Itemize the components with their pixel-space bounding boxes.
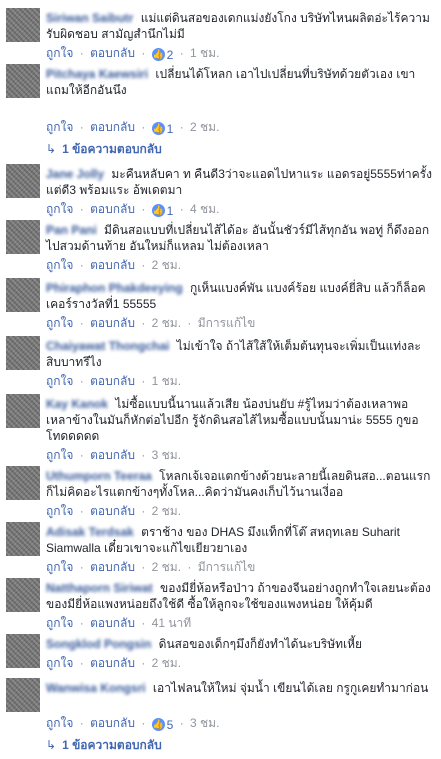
reply-link[interactable]: ตอบกลับ	[90, 374, 135, 388]
commenter-name[interactable]: Songklod Pongsin	[46, 637, 151, 651]
comment: Kay Kanok ไม่ซื้อแบบนี้นานแล้วเสีย น้องบ…	[0, 392, 441, 462]
commenter-name[interactable]: Pitchaya Kaewsiri	[46, 67, 148, 81]
timestamp[interactable]: 3 ชม.	[152, 448, 181, 462]
timestamp[interactable]: 2 ชม.	[152, 656, 181, 670]
timestamp[interactable]: 1 ชม.	[190, 46, 219, 60]
avatar[interactable]	[6, 678, 40, 712]
reply-link[interactable]: ตอบกลับ	[90, 202, 135, 216]
timestamp[interactable]: 41 นาที	[152, 616, 192, 630]
commenter-name[interactable]: Phiraphon Phakdeeying	[46, 281, 183, 295]
commenter-name[interactable]: Natthaporn Siriwat	[46, 581, 153, 595]
avatar[interactable]	[6, 522, 40, 556]
reaction-count[interactable]: 👍 2	[151, 48, 173, 62]
timestamp[interactable]: 2 ชม.	[152, 258, 181, 272]
timestamp[interactable]: 2 ชม.	[190, 120, 219, 134]
commenter-name[interactable]: Jane Jolly	[46, 167, 104, 181]
like-link[interactable]: ถูกใจ	[46, 716, 73, 730]
avatar[interactable]	[6, 466, 40, 500]
avatar[interactable]	[6, 64, 40, 98]
reply-link[interactable]: ตอบกลับ	[90, 616, 135, 630]
reply-link[interactable]: ตอบกลับ	[90, 448, 135, 462]
reply-link[interactable]: ตอบกลับ	[90, 716, 135, 730]
like-link[interactable]: ถูกใจ	[46, 120, 73, 134]
like-icon: 👍	[151, 718, 165, 731]
like-link[interactable]: ถูกใจ	[46, 46, 73, 60]
reply-link[interactable]: ตอบกลับ	[90, 46, 135, 60]
like-link[interactable]: ถูกใจ	[46, 202, 73, 216]
reply-link[interactable]: ตอบกลับ	[90, 316, 135, 330]
reaction-count[interactable]: 👍 5	[151, 718, 173, 732]
timestamp[interactable]: 3 ชม.	[190, 716, 219, 730]
avatar[interactable]	[6, 336, 40, 370]
timestamp[interactable]: 1 ชม.	[152, 374, 181, 388]
comment-text: ดินสอของเด็กๆมึงก็ยังทำได้นะบริษัทเหี้ย	[158, 637, 363, 651]
avatar[interactable]	[6, 220, 40, 254]
reaction-count[interactable]: 👍 1	[151, 122, 173, 136]
comment: Natthaporn Siriwat ของมียี่ห้อหรือป่าว ถ…	[0, 576, 441, 630]
reaction-count[interactable]: 👍 1	[151, 204, 173, 218]
comment: Pitchaya Kaewsiri เปลี่ยนได้โหลก เอาไปเป…	[0, 62, 441, 160]
comment-text: เอาไฟลนให้ใหม่ จุ่มน้ำ เขียนได้เลย กรูกู…	[152, 681, 429, 695]
avatar[interactable]	[6, 634, 40, 668]
avatar[interactable]	[6, 394, 40, 428]
like-link[interactable]: ถูกใจ	[46, 616, 73, 630]
like-link[interactable]: ถูกใจ	[46, 656, 73, 670]
reply-link[interactable]: ตอบกลับ	[90, 120, 135, 134]
avatar[interactable]	[6, 8, 40, 42]
like-link[interactable]: ถูกใจ	[46, 560, 73, 574]
comment: Chaiyawat Thongchai ไม่เข้าใจ ถ้าไส้ใส้ใ…	[0, 334, 441, 388]
comment: Uthumporn Teeraa โหลกเจ้เจอแตกข้างด้วยนะ…	[0, 464, 441, 518]
edited-label[interactable]: มีการแก้ไข	[198, 560, 256, 574]
reply-arrow-icon: ↳	[46, 738, 57, 752]
like-icon: 👍	[151, 204, 165, 217]
comment: Jane Jolly มะคืนหลับคา ท คืนดี3ว่าจะแอดไ…	[0, 162, 441, 218]
reply-link[interactable]: ตอบกลับ	[90, 560, 135, 574]
reply-link[interactable]: ตอบกลับ	[90, 258, 135, 272]
avatar[interactable]	[6, 164, 40, 198]
reply-arrow-icon: ↳	[46, 142, 57, 156]
commenter-name[interactable]: Wanwisa Kongsri	[46, 681, 146, 695]
like-link[interactable]: ถูกใจ	[46, 374, 73, 388]
view-replies-link[interactable]: ↳ 1 ข้อความตอบกลับ	[46, 140, 162, 159]
like-link[interactable]: ถูกใจ	[46, 258, 73, 272]
comment: Pan Pani มีดินสอแบบที่เปลี่ยนไส้ได้อะ อั…	[0, 218, 441, 272]
avatar[interactable]	[6, 578, 40, 612]
reply-link[interactable]: ตอบกลับ	[90, 504, 135, 518]
view-replies-link[interactable]: ↳ 1 ข้อความตอบกลับ	[46, 736, 162, 755]
like-link[interactable]: ถูกใจ	[46, 316, 73, 330]
reply-link[interactable]: ตอบกลับ	[90, 656, 135, 670]
like-link[interactable]: ถูกใจ	[46, 504, 73, 518]
avatar[interactable]	[6, 278, 40, 312]
commenter-name[interactable]: Uthumporn Teeraa	[46, 469, 152, 483]
commenter-name[interactable]: Kay Kanok	[46, 397, 108, 411]
comment-text: มีดินสอแบบที่เปลี่ยนไส้ได้อะ อันนั้นชัวร…	[46, 223, 430, 253]
like-icon: 👍	[151, 122, 165, 135]
timestamp[interactable]: 2 ชม.	[152, 316, 181, 330]
comment: Wanwisa Kongsri เอาไฟลนให้ใหม่ จุ่มน้ำ เ…	[0, 676, 441, 756]
timestamp[interactable]: 4 ชม.	[190, 202, 219, 216]
timestamp[interactable]: 2 ชม.	[152, 560, 181, 574]
comment: Songklod Pongsin ดินสอของเด็กๆมึงก็ยังทำ…	[0, 632, 441, 672]
commenter-name[interactable]: Chaiyawat Thongchai	[46, 339, 169, 353]
like-icon: 👍	[151, 48, 165, 61]
comment: Adisak Terdsak ตราช้าง ของ DHAS มึงแท็กท…	[0, 520, 441, 574]
like-link[interactable]: ถูกใจ	[46, 448, 73, 462]
commenter-name[interactable]: Siriwan Saibutr	[46, 11, 133, 25]
comment: Siriwan Saibutr แม่แต่ดินสอของเดกแม่งยัง…	[0, 6, 441, 62]
comment: Phiraphon Phakdeeying กูเห็นแบงค์พัน แบง…	[0, 276, 441, 330]
commenter-name[interactable]: Pan Pani	[46, 223, 97, 237]
commenter-name[interactable]: Adisak Terdsak	[46, 525, 134, 539]
timestamp[interactable]: 2 ชม.	[152, 504, 181, 518]
edited-label[interactable]: มีการแก้ไข	[198, 316, 256, 330]
